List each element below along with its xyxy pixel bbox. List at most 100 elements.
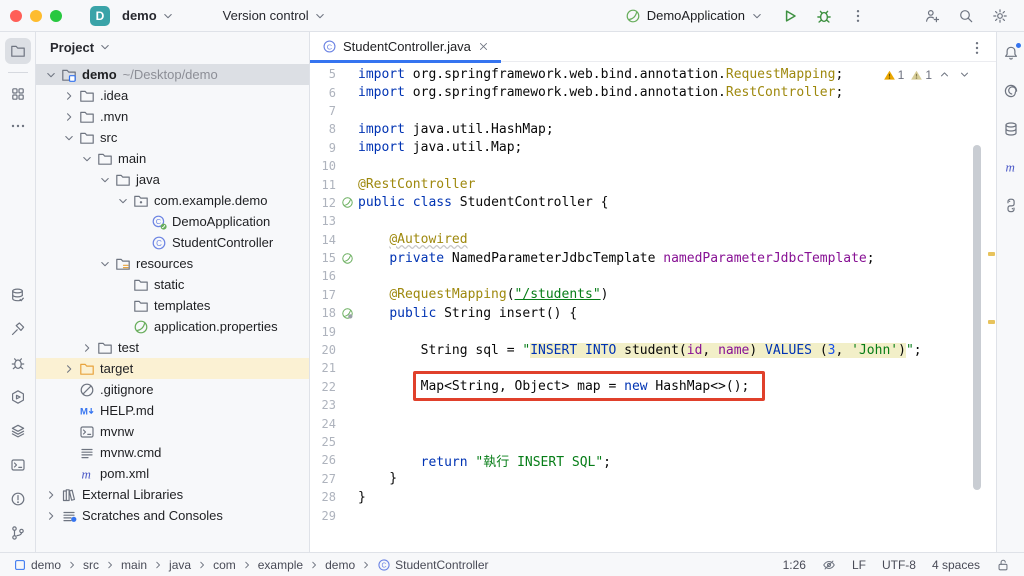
git-tool-button[interactable] [5,520,31,546]
build-tool-button[interactable] [5,316,31,342]
terminal-tool-button[interactable] [5,452,31,478]
file-encoding[interactable]: UTF-8 [882,558,916,572]
window-zoom-button[interactable] [50,9,62,22]
warning-stripe-mark[interactable] [988,252,995,256]
problems-tool-button[interactable] [5,486,31,512]
tree-item-application-properties[interactable]: application.properties [36,316,309,337]
breadcrumb-item-java[interactable]: java [166,558,194,572]
code-line-22[interactable]: 22 Map<String, Object> map = new HashMap… [310,378,996,396]
tab-studentcontroller[interactable]: C StudentController.java [310,32,501,63]
maven-tool-button[interactable]: m [998,154,1024,180]
code-line-24[interactable]: 24 [310,414,996,432]
debug-button[interactable] [812,4,836,28]
spring-bean-gutter-icon[interactable] [336,196,358,209]
window-minimize-button[interactable] [30,9,42,22]
project-menu[interactable]: demo [116,5,181,26]
vcs-menu[interactable]: Version control [217,5,333,26]
code-line-12[interactable]: 12 public class StudentController { [310,194,996,212]
structure-tool-button[interactable] [5,81,31,107]
tree-item-idea[interactable]: .idea [36,85,309,106]
search-everywhere-button[interactable] [954,4,978,28]
notifications-button[interactable] [998,40,1024,66]
run-configuration-selector[interactable]: DemoApplication [620,5,768,27]
warnings-indicator[interactable]: 1 [883,68,904,82]
tree-item-mvnw[interactable]: mvnw [36,421,309,442]
tree-item-java[interactable]: java [36,169,309,190]
tree-item-mvn[interactable]: .mvn [36,106,309,127]
tree-item-resources[interactable]: resources [36,253,309,274]
breadcrumb-item-studentcontroller[interactable]: C StudentController [374,558,491,572]
services-tool-button[interactable] [5,384,31,410]
debug-tool-button[interactable] [5,350,31,376]
chevron-down-icon[interactable] [114,193,132,209]
previous-problem-button[interactable] [938,68,952,82]
indent-style[interactable]: 4 spaces [932,558,980,572]
chevron-down-icon[interactable] [78,151,96,167]
breadcrumb-item-src[interactable]: src [80,558,102,572]
code-line-25[interactable]: 25 [310,433,996,451]
breadcrumb-item-main[interactable]: main [118,558,150,572]
breadcrumb-item-example[interactable]: example [255,558,306,572]
code-line-28[interactable]: 28} [310,488,996,506]
inspections-widget[interactable]: 1 1 [883,66,972,84]
code-line-21[interactable]: 21 [310,359,996,377]
chevron-right-icon[interactable] [42,508,60,524]
unlock-icon[interactable] [996,558,1010,572]
breadcrumb-item-demo[interactable]: demo [322,558,358,572]
chevron-right-icon[interactable] [60,361,78,377]
code-line-8[interactable]: 8 import java.util.HashMap; [310,120,996,138]
more-actions-button[interactable] [846,4,870,28]
layers-tool-button[interactable] [5,418,31,444]
spring-bean-gutter-icon[interactable] [336,252,358,265]
tree-item-test[interactable]: test [36,337,309,358]
editor-scrollbar[interactable] [973,145,981,490]
code-line-27[interactable]: 27 } [310,470,996,488]
code-line-14[interactable]: 14 @Autowired [310,231,996,249]
chevron-down-icon[interactable] [42,67,60,83]
line-separator[interactable]: LF [852,558,866,572]
chevron-down-icon[interactable] [60,130,78,146]
tree-item-com-example-demo[interactable]: com.example.demo [36,190,309,211]
project-panel-header[interactable]: Project [36,32,309,62]
project-tool-button[interactable] [5,38,31,64]
chevron-right-icon[interactable] [60,109,78,125]
code-line-15[interactable]: 15 private NamedParameterJdbcTemplate na… [310,249,996,267]
code-line-26[interactable]: 26 return "執行 INSERT SQL"; [310,451,996,470]
tree-item-target[interactable]: target [36,358,309,379]
caret-position[interactable]: 1:26 [783,558,806,572]
tree-item-demo[interactable]: demo ~/Desktop/demo [36,64,309,85]
tree-item-studentcontroller[interactable]: C StudentController [36,232,309,253]
window-close-button[interactable] [10,9,22,22]
highlighting-level-icon[interactable] [822,558,836,572]
code-line-9[interactable]: 9 import java.util.Map; [310,139,996,157]
code-line-6[interactable]: 6 import org.springframework.web.bind.ann… [310,83,996,101]
chevron-down-icon[interactable] [96,172,114,188]
code-line-18[interactable]: 18 public String insert() { [310,304,996,322]
next-problem-button[interactable] [958,68,972,82]
tree-item-gitignore[interactable]: .gitignore [36,379,309,400]
code-line-20[interactable]: 20 String sql = "INSERT INTO student(id,… [310,341,996,359]
chevron-right-icon[interactable] [60,88,78,104]
ai-assistant-button[interactable] [998,78,1024,104]
chevron-right-icon[interactable] [42,487,60,503]
code-line-23[interactable]: 23 [310,396,996,414]
code-line-11[interactable]: 11 @RestController [310,175,996,193]
code-line-10[interactable]: 10 [310,157,996,175]
database-tool-button[interactable] [5,282,31,308]
breadcrumb-item-com[interactable]: com [210,558,239,572]
tree-item-external-libraries[interactable]: External Libraries [36,484,309,505]
python-packages-tool-button[interactable] [998,192,1024,218]
more-tools-button[interactable] [5,113,31,139]
warning-stripe-mark[interactable] [988,320,995,324]
code-line-13[interactable]: 13 [310,212,996,230]
request-mapping-gutter-icon[interactable] [336,307,358,320]
breadcrumb-item-demo[interactable]: demo [10,558,64,572]
tree-item-templates[interactable]: templates [36,295,309,316]
tree-item-help-md[interactable]: M HELP.md [36,400,309,421]
chevron-down-icon[interactable] [96,256,114,272]
code-line-7[interactable]: 7 [310,102,996,120]
tree-item-src[interactable]: src [36,127,309,148]
tree-item-pom-xml[interactable]: m pom.xml [36,463,309,484]
code-area[interactable]: 5 import org.springframework.web.bind.ann… [310,62,996,552]
code-line-16[interactable]: 16 [310,267,996,285]
